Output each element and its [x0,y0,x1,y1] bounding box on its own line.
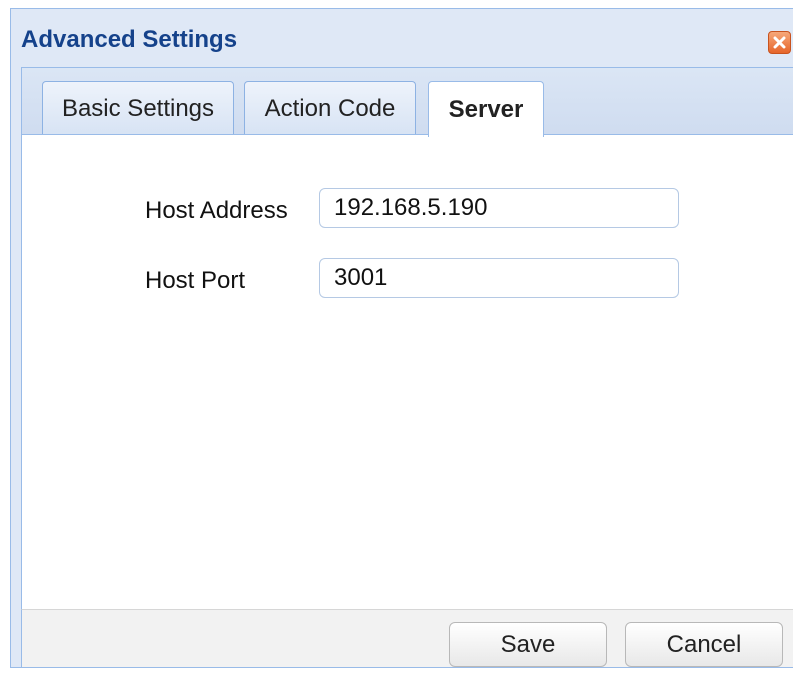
tab-server[interactable]: Server [428,81,544,137]
close-icon [773,36,786,49]
server-settings-panel: Host Address Host Port [21,134,793,610]
tab-basic-settings[interactable]: Basic Settings [42,81,234,135]
advanced-settings-dialog: Advanced Settings Basic Settings Action … [10,8,793,668]
close-button[interactable] [768,31,791,54]
dialog-footer: Save Cancel [21,609,793,668]
dialog-title: Advanced Settings [21,26,238,53]
host-address-label: Host Address [145,197,288,224]
tab-label: Action Code [264,94,396,122]
save-button[interactable]: Save [449,622,607,667]
cancel-button[interactable]: Cancel [625,622,783,667]
tab-action-code[interactable]: Action Code [244,81,416,135]
tab-label: Server [448,95,524,123]
tab-label: Basic Settings [61,94,215,122]
host-port-input[interactable] [319,258,679,298]
dialog-title-bar[interactable]: Advanced Settings [11,9,793,67]
tab-strip: Basic Settings Action Code Server [21,67,793,137]
host-address-input[interactable] [319,188,679,228]
host-port-label: Host Port [145,267,246,294]
